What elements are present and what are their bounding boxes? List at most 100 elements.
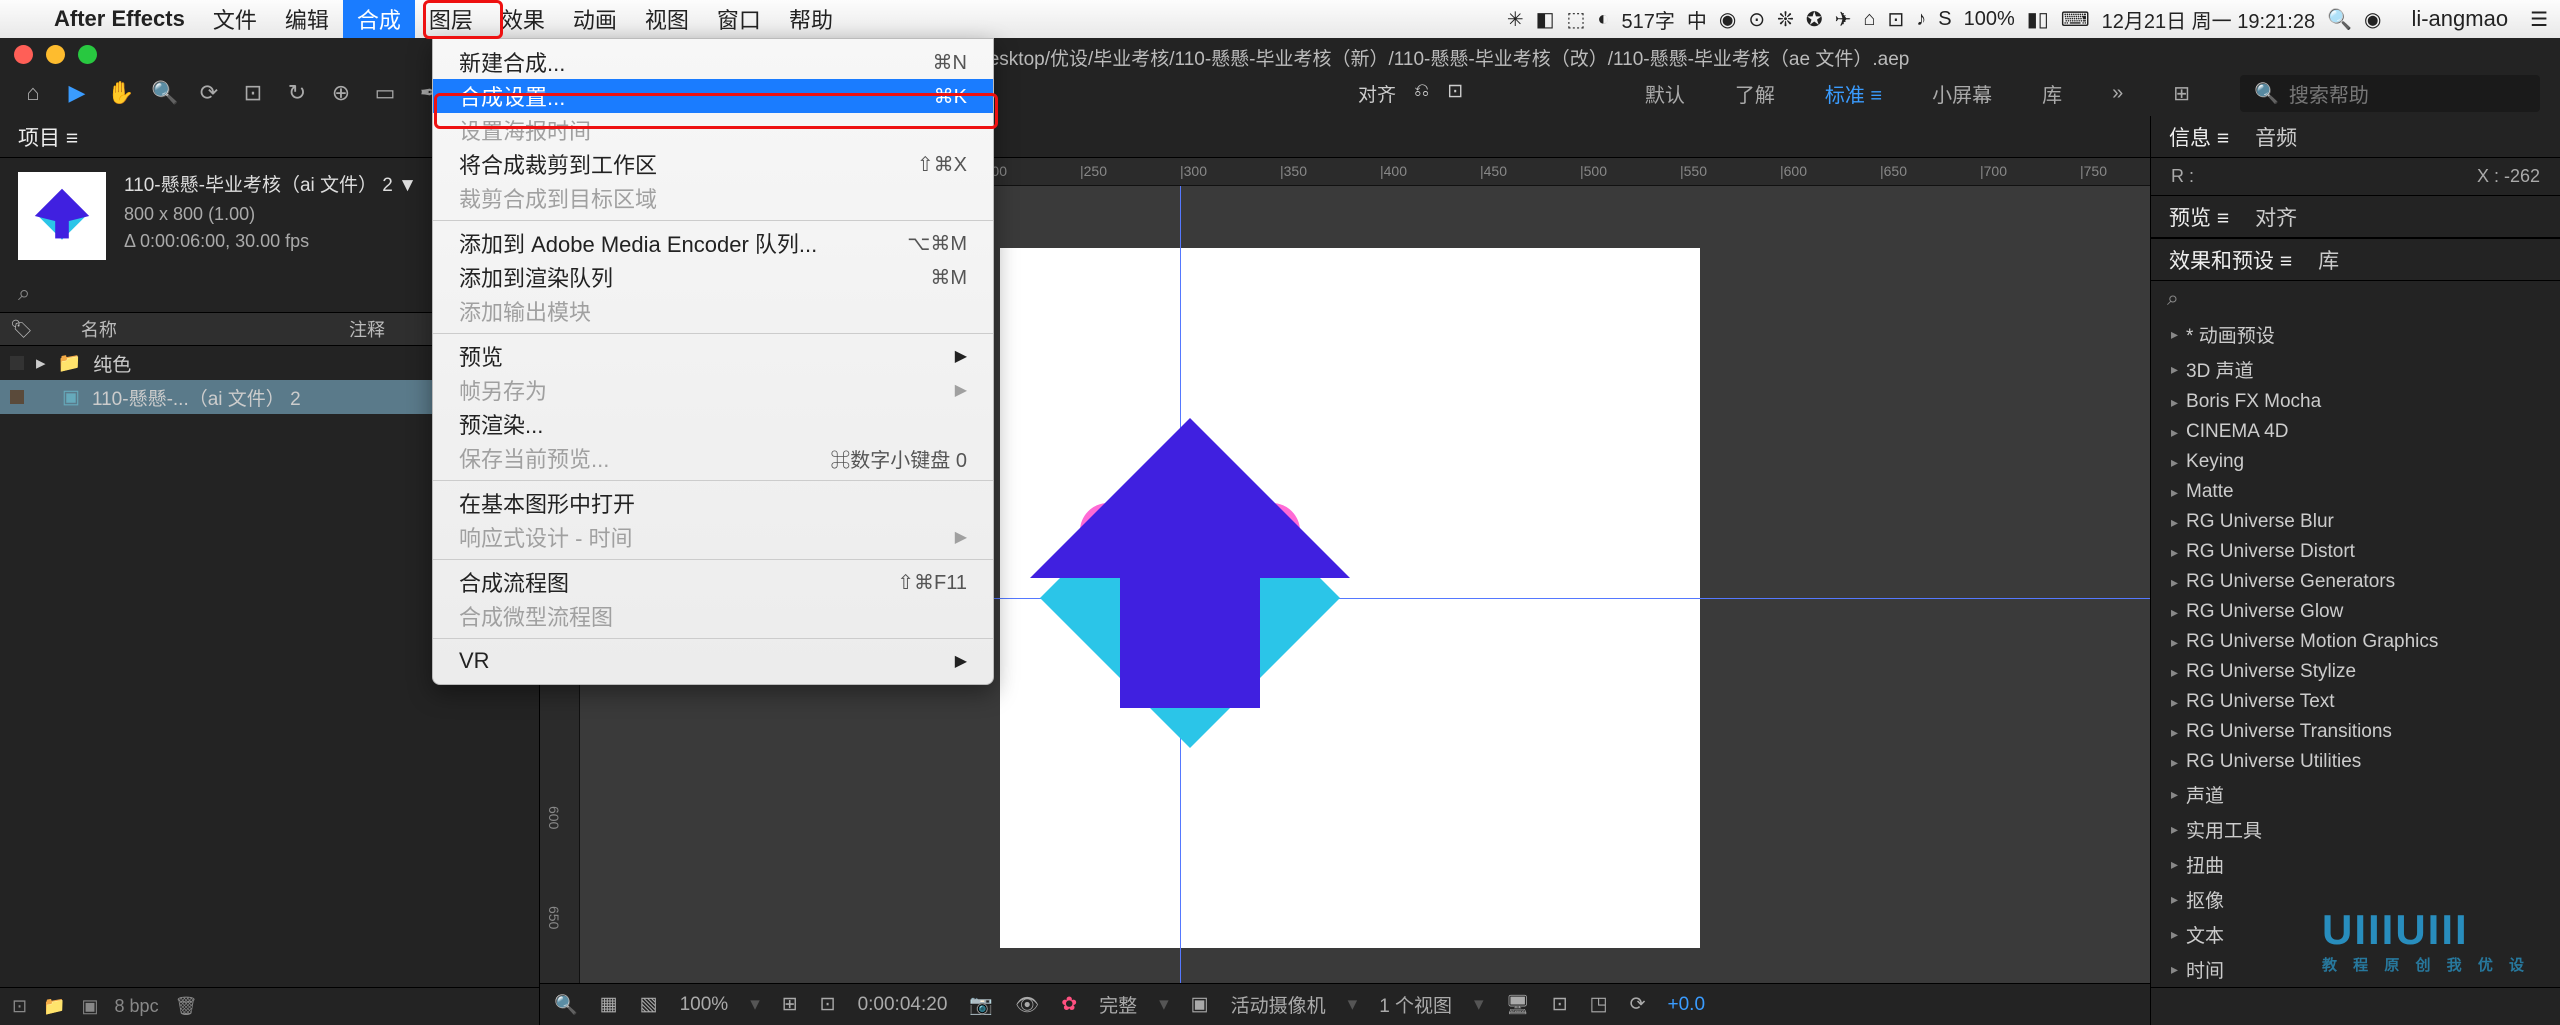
- menu-view[interactable]: 视图: [631, 0, 703, 38]
- snap-icon[interactable]: ⎌: [1414, 80, 1429, 107]
- resolution-icon[interactable]: ⊞: [782, 993, 798, 1016]
- menu-item[interactable]: 在基本图形中打开: [433, 486, 993, 520]
- preset-category[interactable]: ▸RG Universe Blur: [2151, 507, 2560, 537]
- menu-item[interactable]: VR▶: [433, 644, 993, 678]
- shape-tool[interactable]: ▭: [366, 74, 404, 112]
- wechat-icon[interactable]: ✳: [1507, 7, 1524, 32]
- user-name[interactable]: li-angmao: [2411, 6, 2508, 32]
- library-tab[interactable]: 库: [2318, 245, 2339, 275]
- preset-category[interactable]: ▸RG Universe Stylize: [2151, 657, 2560, 687]
- view-icon[interactable]: ◳: [1590, 993, 1608, 1016]
- channel-icon[interactable]: 👁: [1015, 993, 1039, 1017]
- effects-tab[interactable]: 效果和预设 ≡: [2169, 245, 2292, 275]
- menu-layer[interactable]: 图层: [415, 0, 487, 38]
- close-button[interactable]: [14, 45, 33, 64]
- preset-category[interactable]: ▸RG Universe Utilities: [2151, 747, 2560, 777]
- view-icon[interactable]: ▣: [1191, 993, 1209, 1016]
- preset-category[interactable]: ▸Boris FX Mocha: [2151, 387, 2560, 417]
- preset-category[interactable]: ▸RG Universe Generators: [2151, 567, 2560, 597]
- preview-tab[interactable]: 预览 ≡: [2169, 202, 2229, 232]
- tray-icon[interactable]: ♪: [1916, 8, 1926, 31]
- align-tab[interactable]: 对齐: [2255, 202, 2297, 232]
- tray-icon[interactable]: ◧: [1536, 7, 1555, 32]
- comp-thumbnail[interactable]: [18, 172, 106, 260]
- menu-item[interactable]: 预览▶: [433, 339, 993, 373]
- menu-item[interactable]: 新建合成...⌘N: [433, 45, 993, 79]
- col-name[interactable]: 名称: [81, 316, 331, 342]
- menu-item[interactable]: 添加到 Adobe Media Encoder 队列...⌥⌘M: [433, 226, 993, 260]
- tray-icon[interactable]: ⬚: [1566, 7, 1585, 32]
- audio-tab[interactable]: 音频: [2255, 122, 2297, 152]
- tray-icon[interactable]: ⊡: [1887, 7, 1904, 32]
- preset-category[interactable]: ▸RG Universe Transitions: [2151, 717, 2560, 747]
- char-count[interactable]: 517字: [1621, 5, 1674, 34]
- effects-search[interactable]: ⌕: [2151, 281, 2560, 317]
- menu-window[interactable]: 窗口: [703, 0, 775, 38]
- clock[interactable]: 12月21日 周一 19:21:28: [2102, 5, 2315, 34]
- snap-label[interactable]: 对齐: [1358, 80, 1396, 107]
- spotlight-icon[interactable]: 🔍: [2327, 7, 2352, 32]
- preset-category[interactable]: ▸实用工具: [2151, 812, 2560, 847]
- preset-category[interactable]: ▸Matte: [2151, 477, 2560, 507]
- app-name[interactable]: After Effects: [40, 6, 199, 32]
- menu-item[interactable]: 将合成裁剪到工作区⇧⌘X: [433, 147, 993, 181]
- workspace-grid-icon[interactable]: ⊞: [2173, 81, 2190, 106]
- hand-tool[interactable]: ✋: [102, 74, 140, 112]
- preset-category[interactable]: ▸3D 声道: [2151, 352, 2560, 387]
- menu-item[interactable]: 预渲染...: [433, 407, 993, 441]
- preset-category[interactable]: ▸RG Universe Distort: [2151, 537, 2560, 567]
- anchor-tool[interactable]: ⊕: [322, 74, 360, 112]
- interpret-icon[interactable]: ⊡: [12, 996, 27, 1017]
- folder-icon[interactable]: 📁: [43, 996, 65, 1017]
- project-tab[interactable]: 项目 ≡: [18, 122, 78, 152]
- home-button[interactable]: ⌂: [14, 74, 52, 112]
- view-icon[interactable]: ⟳: [1630, 993, 1646, 1016]
- menu-edit[interactable]: 编辑: [271, 0, 343, 38]
- orbit-tool[interactable]: ⟳: [190, 74, 228, 112]
- color-icon[interactable]: ✿: [1061, 993, 1077, 1016]
- tray-icon[interactable]: ❊: [1777, 7, 1794, 32]
- preset-category[interactable]: ▸RG Universe Text: [2151, 687, 2560, 717]
- trash-icon[interactable]: 🗑: [175, 996, 198, 1017]
- workspace-more-icon[interactable]: »: [2112, 82, 2123, 105]
- search-help[interactable]: 🔍 搜索帮助: [2240, 75, 2540, 112]
- menu-item[interactable]: 添加到渲染队列⌘M: [433, 260, 993, 294]
- tray-icon[interactable]: ⊙: [1748, 7, 1765, 32]
- view-icon[interactable]: 🖥: [1506, 993, 1530, 1017]
- preset-category[interactable]: ▸CINEMA 4D: [2151, 417, 2560, 447]
- tray-icon[interactable]: ⌂: [1863, 8, 1875, 31]
- keyboard-icon[interactable]: ⌨: [2061, 7, 2090, 32]
- tray-icon[interactable]: ✪: [1806, 7, 1823, 32]
- snap-icon[interactable]: ⊡: [1447, 80, 1463, 107]
- alpha-icon[interactable]: ▦: [600, 993, 618, 1016]
- expand-icon[interactable]: ▸: [36, 352, 46, 375]
- grid-icon[interactable]: ⊡: [820, 993, 836, 1016]
- exposure[interactable]: +0.0: [1668, 994, 1706, 1016]
- bpc-button[interactable]: 8 bpc: [115, 996, 159, 1017]
- info-tab[interactable]: 信息 ≡: [2169, 122, 2229, 152]
- workspace-small[interactable]: 小屏幕: [1932, 79, 1992, 108]
- mask-icon[interactable]: ▧: [640, 993, 658, 1016]
- zoom-value[interactable]: 100%: [680, 994, 729, 1016]
- timecode[interactable]: 0:00:04:20: [858, 994, 948, 1016]
- camera-tool[interactable]: ⊡: [234, 74, 272, 112]
- menu-help[interactable]: 帮助: [775, 0, 847, 38]
- views-dropdown[interactable]: 1 个视图: [1379, 991, 1452, 1018]
- tag-icon[interactable]: 🏷: [10, 319, 33, 340]
- menu-item[interactable]: 合成流程图⇧⌘F11: [433, 565, 993, 599]
- magnify-icon[interactable]: 🔍: [554, 993, 578, 1017]
- rotation-tool[interactable]: ↻: [278, 74, 316, 112]
- workspace-default[interactable]: 默认: [1645, 79, 1685, 108]
- tray-icon[interactable]: 中: [1687, 5, 1707, 34]
- quality-dropdown[interactable]: 完整: [1099, 991, 1137, 1018]
- preset-category[interactable]: ▸* 动画预设: [2151, 317, 2560, 352]
- tray-icon[interactable]: ◐: [1597, 8, 1609, 31]
- menu-composition[interactable]: 合成: [343, 0, 415, 38]
- maximize-button[interactable]: [78, 45, 97, 64]
- preset-category[interactable]: ▸RG Universe Motion Graphics: [2151, 627, 2560, 657]
- workspace-standard[interactable]: 标准 ≡: [1825, 79, 1882, 108]
- tray-icon[interactable]: ◉: [1719, 7, 1736, 32]
- siri-icon[interactable]: ◉: [2364, 7, 2381, 32]
- menu-file[interactable]: 文件: [199, 0, 271, 38]
- tray-icon[interactable]: S: [1938, 8, 1951, 31]
